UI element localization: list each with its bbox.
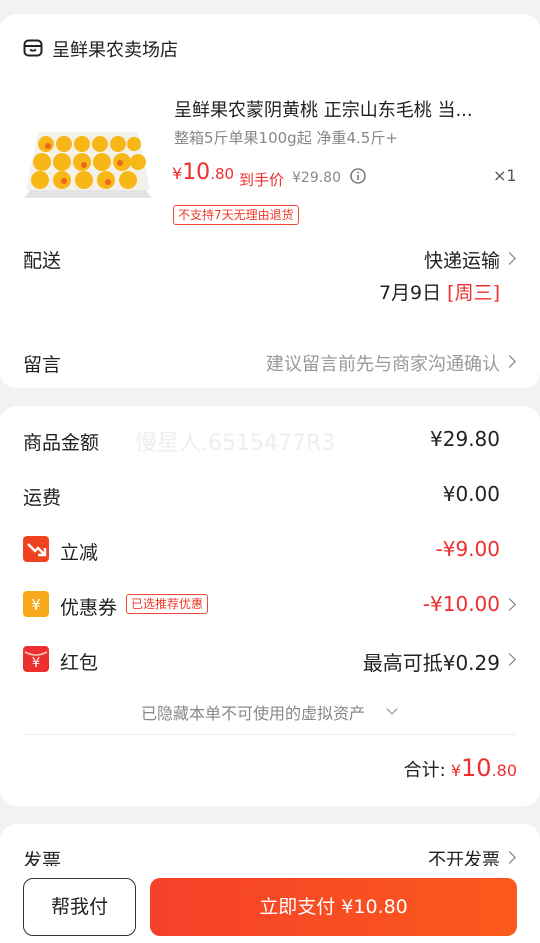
price-symbol: ¥ (172, 164, 183, 183)
summary-card: 慢星人.6515477R3 商品金额 ¥29.80 运费 ¥0.00 立减 -¥… (0, 406, 540, 806)
original-price: ¥29.80 (292, 170, 341, 186)
note-input[interactable]: 建议留言前先与商家沟通确认 (266, 350, 500, 376)
total-label: 合计: (403, 760, 446, 781)
shop-name[interactable]: 呈鲜果农卖场店 (52, 36, 178, 62)
chevron-right-icon[interactable] (503, 653, 516, 666)
delivery-day: 7月9日 (378, 282, 442, 304)
footer-bar: 帮我付 立即支付 ¥10.80 (0, 866, 540, 943)
red-packet-label: 红包 (60, 652, 99, 674)
quantity: ×1 (493, 166, 517, 185)
product-image[interactable] (24, 118, 152, 208)
chevron-right-icon[interactable] (503, 598, 516, 611)
coupon-icon: ¥ (23, 591, 49, 617)
watermark: 慢星人.6515477R3 (135, 431, 336, 456)
total-integer: 10 (461, 754, 492, 782)
info-icon[interactable] (350, 168, 366, 184)
pay-now-button[interactable]: 立即支付 ¥10.80 (150, 878, 517, 936)
price-integer: 10 (182, 160, 211, 185)
no-return-tag: 不支持7天无理由退货 (173, 205, 299, 225)
final-price-label: 到手价 (239, 171, 285, 189)
chevron-right-icon[interactable] (503, 355, 516, 368)
chevron-right-icon[interactable] (503, 851, 516, 864)
coupon-tag: 已选推荐优惠 (126, 594, 209, 614)
red-packet-icon: ¥ (23, 646, 49, 672)
order-card: 呈鲜果农卖场店 呈鲜果农蒙阴黄桃 正宗山东毛桃 当... 整箱5斤单果100g起… (0, 14, 540, 388)
delivery-method[interactable]: 快递运输 (424, 246, 500, 273)
shop-icon (23, 39, 43, 57)
coupon-label: 优惠券 (60, 597, 118, 619)
chevron-right-icon[interactable] (503, 252, 516, 265)
total-symbol: ¥ (450, 761, 461, 780)
help-pay-button[interactable]: 帮我付 (23, 878, 136, 936)
svg-text:¥: ¥ (32, 656, 40, 671)
price-decimal: .80 (210, 165, 235, 183)
delivery-date: 7月9日 [周三] (379, 278, 500, 305)
svg-text:¥: ¥ (31, 596, 41, 614)
delivery-weekday: [周三] (447, 282, 500, 304)
shipping-label: 运费 (23, 487, 62, 509)
product-title[interactable]: 呈鲜果农蒙阴黄桃 正宗山东毛桃 当... (174, 96, 473, 122)
red-packet-value[interactable]: 最高可抵¥0.29 (363, 647, 500, 676)
order-total: 合计: ¥10.80 (404, 754, 517, 782)
shipping-value: ¥0.00 (442, 482, 500, 506)
delivery-label: 配送 (23, 250, 62, 272)
hidden-assets-note[interactable]: 已隐藏本单不可使用的虚拟资产 (141, 700, 365, 724)
product-price: ¥10.80 (172, 160, 234, 185)
chevron-down-icon[interactable] (386, 703, 398, 715)
note-label: 留言 (23, 354, 62, 376)
product-spec[interactable]: 整箱5斤单果100g起 净重4.5斤+ (174, 127, 398, 148)
coupon-value[interactable]: -¥10.00 (423, 592, 500, 616)
total-decimal: .80 (491, 761, 517, 780)
goods-amount-value: ¥29.80 (430, 427, 500, 451)
discount-arrow-icon (23, 536, 49, 562)
discount-value: -¥9.00 (435, 537, 500, 561)
discount-label: 立减 (60, 542, 99, 564)
divider (23, 734, 517, 735)
goods-amount-label: 商品金额 (23, 432, 100, 454)
